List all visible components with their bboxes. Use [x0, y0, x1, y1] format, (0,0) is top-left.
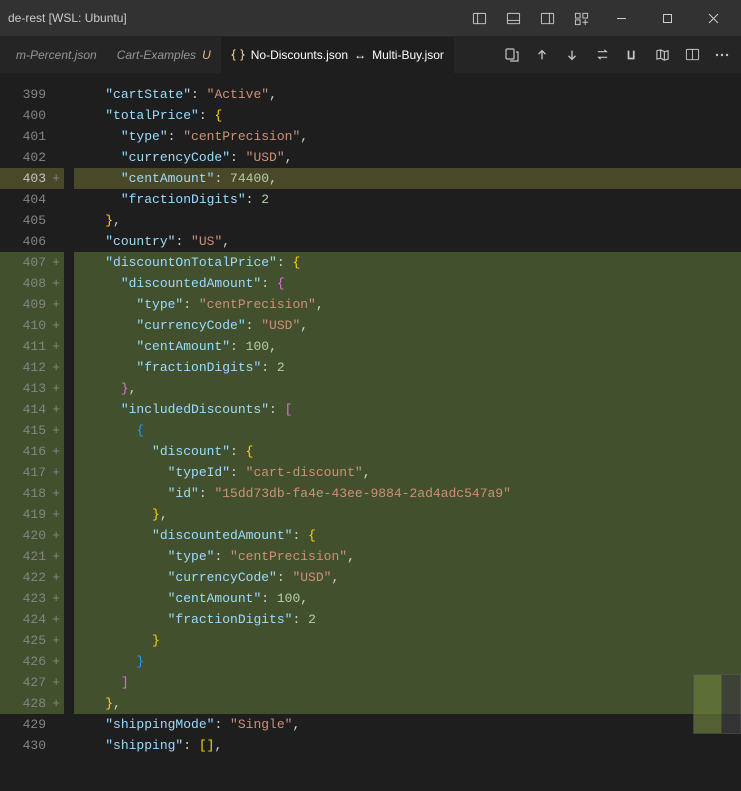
title-right — [465, 4, 733, 32]
code-line[interactable]: }, — [74, 504, 741, 525]
layout-panel-right-icon[interactable] — [533, 4, 561, 32]
code-line[interactable]: "centAmount": 74400, — [74, 168, 741, 189]
line-number: 405 — [0, 210, 64, 231]
code-line[interactable]: "totalPrice": { — [74, 105, 741, 126]
code-line[interactable]: "currencyCode": "USD", — [74, 567, 741, 588]
line-number: 410 — [0, 315, 64, 336]
window-minimize-button[interactable] — [601, 4, 641, 32]
code-line[interactable]: "shippingMode": "Single", — [74, 714, 741, 735]
code-line[interactable]: "fractionDigits": 2 — [74, 357, 741, 378]
tab-cart-examples[interactable]: Cart-Examples U — [107, 37, 221, 73]
code-line[interactable]: "centAmount": 100, — [74, 588, 741, 609]
tab-item-percent[interactable]: m-Percent.json — [6, 37, 107, 73]
line-number: 421 — [0, 546, 64, 567]
code-line[interactable]: "cartState": "Active", — [74, 84, 741, 105]
line-number: 414 — [0, 399, 64, 420]
tab-bar: m-Percent.json Cart-Examples U No-Discou… — [0, 36, 741, 74]
line-number: 418 — [0, 483, 64, 504]
editor-area[interactable]: 3994004014024034044054064074084094104114… — [0, 74, 741, 791]
code-line[interactable]: }, — [74, 693, 741, 714]
more-actions-icon[interactable] — [709, 42, 735, 68]
open-changes-icon[interactable] — [499, 42, 525, 68]
code-content[interactable]: "cartState": "Active", "totalPrice": { "… — [64, 74, 741, 791]
line-number: 402 — [0, 147, 64, 168]
line-number: 423 — [0, 588, 64, 609]
line-number: 415 — [0, 420, 64, 441]
line-number: 399 — [0, 84, 64, 105]
code-line[interactable]: ] — [74, 672, 741, 693]
line-number: 416 — [0, 441, 64, 462]
line-number: 406 — [0, 231, 64, 252]
code-line[interactable]: }, — [74, 378, 741, 399]
arrow-down-icon[interactable] — [559, 42, 585, 68]
code-line[interactable]: }, — [74, 210, 741, 231]
tab-diff-arrow-icon: ↔ — [354, 48, 366, 62]
line-number: 429 — [0, 714, 64, 735]
line-number: 401 — [0, 126, 64, 147]
code-line[interactable]: "includedDiscounts": [ — [74, 399, 741, 420]
json-file-icon — [231, 48, 245, 62]
tab-label: Cart-Examples — [117, 48, 196, 62]
layout-customize-icon[interactable] — [567, 4, 595, 32]
line-number-gutter: 3994004014024034044054064074084094104114… — [0, 74, 64, 791]
window-title-bar: de-rest [WSL: Ubuntu] — [0, 0, 741, 36]
tab-label-left: No-Discounts.json — [251, 48, 348, 62]
code-line[interactable]: "currencyCode": "USD", — [74, 315, 741, 336]
line-number: 420 — [0, 525, 64, 546]
code-line[interactable]: { — [74, 420, 741, 441]
code-line[interactable]: "type": "centPrecision", — [74, 546, 741, 567]
layout-panel-bottom-icon[interactable] — [499, 4, 527, 32]
line-number: 400 — [0, 105, 64, 126]
line-number: 409 — [0, 294, 64, 315]
line-number: 403 — [0, 168, 64, 189]
line-number: 424 — [0, 609, 64, 630]
line-number: 412 — [0, 357, 64, 378]
code-line[interactable]: "centAmount": 100, — [74, 336, 741, 357]
code-line[interactable]: "currencyCode": "USD", — [74, 147, 741, 168]
line-number: 411 — [0, 336, 64, 357]
line-number: 408 — [0, 273, 64, 294]
code-line[interactable]: "discountedAmount": { — [74, 273, 741, 294]
map-icon[interactable] — [649, 42, 675, 68]
code-line[interactable]: "country": "US", — [74, 231, 741, 252]
line-number: 426 — [0, 651, 64, 672]
line-number: 425 — [0, 630, 64, 651]
line-number: 427 — [0, 672, 64, 693]
code-line[interactable]: "type": "centPrecision", — [74, 126, 741, 147]
line-number: 428 — [0, 693, 64, 714]
code-line[interactable]: "discount": { — [74, 441, 741, 462]
code-line[interactable]: "fractionDigits": 2 — [74, 609, 741, 630]
tab-no-discounts-diff[interactable]: No-Discounts.json ↔ Multi-Buy.jsor — [221, 37, 454, 73]
minimap[interactable] — [693, 674, 741, 734]
line-number: 422 — [0, 567, 64, 588]
tab-modified-badge: U — [202, 48, 211, 62]
code-line[interactable]: "discountOnTotalPrice": { — [74, 252, 741, 273]
swap-icon[interactable] — [589, 42, 615, 68]
arrow-up-icon[interactable] — [529, 42, 555, 68]
layout-panel-left-icon[interactable] — [465, 4, 493, 32]
code-line[interactable]: "type": "centPrecision", — [74, 294, 741, 315]
line-number: 413 — [0, 378, 64, 399]
window-close-button[interactable] — [693, 4, 733, 32]
code-line[interactable]: "shipping": [], — [74, 735, 741, 756]
line-number: 419 — [0, 504, 64, 525]
line-number: 404 — [0, 189, 64, 210]
title-left: de-rest [WSL: Ubuntu] — [8, 11, 127, 25]
code-line[interactable]: "fractionDigits": 2 — [74, 189, 741, 210]
line-number: 417 — [0, 462, 64, 483]
code-line[interactable]: "discountedAmount": { — [74, 525, 741, 546]
split-editor-icon[interactable] — [679, 42, 705, 68]
tab-label: m-Percent.json — [16, 48, 97, 62]
line-number: 407 — [0, 252, 64, 273]
code-line[interactable]: "id": "15dd73db-fa4e-43ee-9884-2ad4adc54… — [74, 483, 741, 504]
window-title: de-rest [WSL: Ubuntu] — [8, 11, 127, 25]
tab-actions — [499, 42, 735, 68]
line-number: 430 — [0, 735, 64, 756]
code-line[interactable]: } — [74, 630, 741, 651]
code-line[interactable]: "typeId": "cart-discount", — [74, 462, 741, 483]
whitespace-icon[interactable] — [619, 42, 645, 68]
window-maximize-button[interactable] — [647, 4, 687, 32]
code-line[interactable]: } — [74, 651, 741, 672]
tab-label-right: Multi-Buy.jsor — [372, 48, 444, 62]
